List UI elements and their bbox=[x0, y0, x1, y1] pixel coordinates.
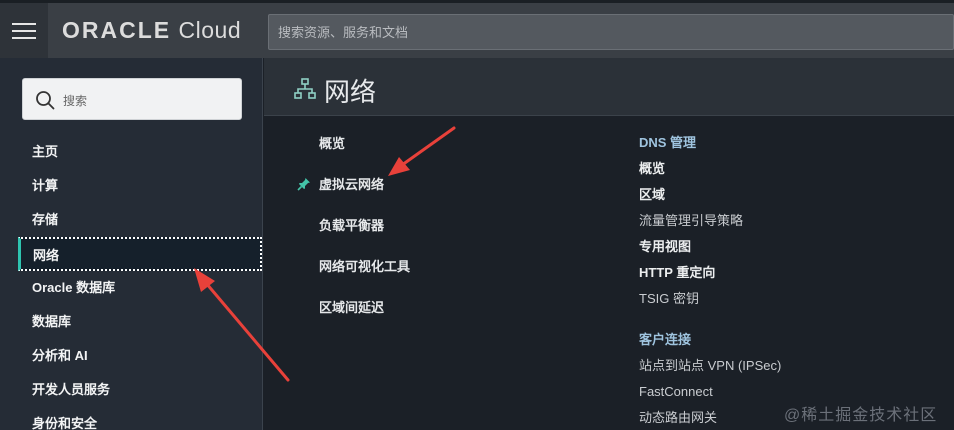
link-dns-zones[interactable]: 区域 bbox=[639, 184, 781, 210]
sidebar-nav: 主页 计算 存储 网络 Oracle 数据库 数据库 分析和 AI 开发人员服务… bbox=[0, 135, 263, 430]
link-fastconnect[interactable]: FastConnect bbox=[639, 381, 781, 407]
link-virtual-cloud-networks[interactable]: 虚拟云网络 bbox=[297, 173, 410, 214]
link-traffic-steering[interactable]: 流量管理引导策略 bbox=[639, 210, 781, 236]
logo-product: Cloud bbox=[178, 17, 242, 43]
link-tsig-keys[interactable]: TSIG 密钥 bbox=[639, 288, 781, 314]
dns-and-connectivity-links: DNS 管理 概览 区域 流量管理引导策略 专用视图 HTTP 重定向 TSIG… bbox=[639, 132, 781, 430]
link-site-to-site-vpn[interactable]: 站点到站点 VPN (IPSec) bbox=[639, 355, 781, 381]
hamburger-menu-icon[interactable] bbox=[0, 3, 48, 58]
sidebar-item-home[interactable]: 主页 bbox=[0, 135, 263, 169]
sidebar-item-analytics-ai[interactable]: 分析和 AI bbox=[0, 339, 263, 373]
link-overview[interactable]: 概览 bbox=[319, 132, 410, 173]
sidebar-search-input[interactable]: 搜索 bbox=[22, 78, 242, 120]
link-load-balancers[interactable]: 负载平衡器 bbox=[319, 214, 410, 255]
sidebar-item-developer-services[interactable]: 开发人员服务 bbox=[0, 373, 263, 407]
link-inter-region-latency[interactable]: 区域间延迟 bbox=[319, 296, 410, 337]
watermark: @稀土掘金技术社区 bbox=[784, 407, 938, 424]
link-dns-overview[interactable]: 概览 bbox=[639, 158, 781, 184]
top-bar: ORACLE Cloud bbox=[0, 0, 954, 58]
sidebar: 搜索 主页 计算 存储 网络 Oracle 数据库 数据库 分析和 AI 开发人… bbox=[0, 58, 263, 430]
sidebar-item-compute[interactable]: 计算 bbox=[0, 169, 263, 203]
global-search-input[interactable] bbox=[268, 14, 954, 50]
sidebar-search-placeholder: 搜索 bbox=[63, 94, 88, 108]
link-network-visualizer[interactable]: 网络可视化工具 bbox=[319, 255, 410, 296]
link-virtual-cloud-networks-label: 虚拟云网络 bbox=[319, 177, 385, 192]
link-private-views[interactable]: 专用视图 bbox=[639, 236, 781, 262]
sidebar-item-databases[interactable]: 数据库 bbox=[0, 305, 263, 339]
oracle-cloud-logo[interactable]: ORACLE Cloud bbox=[62, 17, 241, 44]
link-http-redirects[interactable]: HTTP 重定向 bbox=[639, 262, 781, 288]
main-panel: 网络 概览 虚拟云网络 负载平衡器 网络可视化工具 区域间延迟 DNS 管理 概… bbox=[264, 58, 954, 430]
page-title: 网络 bbox=[324, 77, 377, 107]
networking-links: 概览 虚拟云网络 负载平衡器 网络可视化工具 区域间延迟 bbox=[297, 132, 410, 337]
network-icon bbox=[294, 78, 316, 99]
logo-brand: ORACLE bbox=[62, 17, 172, 43]
page-header: 网络 bbox=[264, 58, 954, 116]
section-header-dns: DNS 管理 bbox=[639, 135, 697, 150]
sidebar-item-storage[interactable]: 存储 bbox=[0, 203, 263, 237]
link-dynamic-routing-gateways[interactable]: 动态路由网关 bbox=[639, 407, 781, 430]
sidebar-item-oracle-database[interactable]: Oracle 数据库 bbox=[0, 271, 263, 305]
section-header-customer-connectivity: 客户连接 bbox=[639, 332, 692, 347]
search-icon bbox=[36, 91, 55, 110]
sidebar-item-identity-security[interactable]: 身份和安全 bbox=[0, 407, 263, 430]
sidebar-item-networking[interactable]: 网络 bbox=[18, 237, 262, 271]
pin-icon[interactable] bbox=[297, 177, 311, 191]
